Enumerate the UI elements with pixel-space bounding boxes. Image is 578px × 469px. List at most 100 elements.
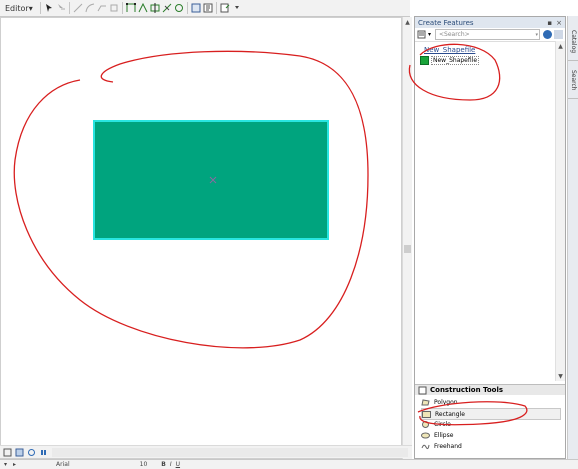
toolbar-separator xyxy=(39,2,41,14)
scroll-down-icon[interactable]: ▼ xyxy=(556,371,565,381)
map-view[interactable] xyxy=(0,17,402,459)
construction-tools-title: Construction Tools xyxy=(430,386,504,394)
straight-segment-icon xyxy=(73,3,83,13)
search-dropdown-icon[interactable]: ▾ xyxy=(535,32,539,38)
draw-menu-button[interactable]: ▾ xyxy=(4,461,7,468)
attributes-table-icon xyxy=(191,3,201,13)
panel-title: Create Features xyxy=(418,18,474,27)
arc-segment-icon xyxy=(85,3,94,13)
toolbar-options-icon xyxy=(234,6,239,9)
map-view-controls xyxy=(0,445,412,458)
catalog-tab[interactable]: Catalog xyxy=(568,24,578,61)
construction-tools-header: Construction Tools xyxy=(415,384,565,395)
centroid-marker-icon xyxy=(209,176,217,184)
editor-toolbar: Editor ▾ xyxy=(0,0,410,17)
panel-vertical-scrollbar[interactable]: ▲ ▼ xyxy=(555,41,565,381)
pin-icon[interactable]: ▪ xyxy=(547,19,552,27)
freehand-tool-icon xyxy=(421,444,430,449)
search-placeholder: <Search> xyxy=(439,31,470,38)
edit-vertices-button[interactable] xyxy=(125,2,136,14)
rectangle-feature[interactable] xyxy=(93,120,329,240)
circle-tool-icon xyxy=(422,420,429,428)
reshape-icon xyxy=(138,3,148,13)
cut-polygons-button[interactable] xyxy=(150,2,160,14)
font-name-field[interactable]: Arial xyxy=(56,461,70,468)
end-point-arc-button[interactable] xyxy=(85,2,95,14)
sketch-properties-icon xyxy=(203,3,213,13)
tool-label: Circle xyxy=(434,420,451,428)
create-features-icon xyxy=(220,3,230,13)
pause-icon[interactable] xyxy=(39,448,48,457)
create-features-panel: Create Features ▪ × ▾ <Search> ▾ New_Sha… xyxy=(414,16,566,459)
rectangle-tool-icon xyxy=(422,410,431,418)
horizontal-scroll-track[interactable] xyxy=(52,447,408,457)
tool-freehand[interactable]: Freehand xyxy=(421,441,462,451)
edit-vertices-icon xyxy=(125,3,136,12)
arrow-pointer-icon xyxy=(45,4,52,12)
map-vertical-scrollbar[interactable]: ▲ ▼ xyxy=(402,17,412,459)
tool-polygon[interactable]: Polygon xyxy=(421,397,458,407)
tool-label: Polygon xyxy=(434,398,458,406)
cut-polygon-icon xyxy=(150,3,160,13)
layout-view-icon[interactable] xyxy=(3,448,12,457)
annotation-pointer-icon xyxy=(57,4,65,10)
point-button[interactable] xyxy=(109,2,119,14)
rotate-button[interactable] xyxy=(174,2,184,14)
template-group-header[interactable]: New_Shapefile xyxy=(415,46,565,54)
trace-icon xyxy=(97,5,106,12)
tool-circle[interactable]: Circle xyxy=(421,419,451,429)
refresh-icon[interactable] xyxy=(27,448,36,457)
dock-side-tabs: Catalog Search xyxy=(567,16,578,459)
construction-tools-icon xyxy=(418,386,427,394)
tool-ellipse[interactable]: Ellipse xyxy=(421,430,453,440)
toolbar-options-button[interactable] xyxy=(232,2,242,14)
search-tab-label: Search xyxy=(570,69,577,91)
toolbar-separator xyxy=(121,2,123,14)
reshape-button[interactable] xyxy=(138,2,148,14)
search-tab[interactable]: Search xyxy=(568,62,578,99)
ellipse-tool-icon xyxy=(421,432,430,438)
search-icon[interactable] xyxy=(543,30,552,39)
attributes-button[interactable] xyxy=(191,2,201,14)
rotate-icon xyxy=(174,4,183,12)
close-icon[interactable]: × xyxy=(556,19,562,27)
edit-annotation-button[interactable] xyxy=(56,2,66,14)
toolbar-separator xyxy=(68,2,70,14)
polygon-tool-icon xyxy=(421,398,430,405)
sketch-properties-button[interactable] xyxy=(203,2,213,14)
point-icon xyxy=(110,4,118,12)
tool-label: Rectangle xyxy=(435,410,465,418)
trace-button[interactable] xyxy=(97,2,107,14)
edit-tool-button[interactable] xyxy=(44,2,54,14)
split-icon xyxy=(162,3,172,13)
data-view-icon[interactable] xyxy=(15,448,24,457)
font-size-field[interactable]: 10 xyxy=(140,461,148,468)
editor-menu-button[interactable]: Editor ▾ xyxy=(1,1,37,15)
template-label: New_Shapefile xyxy=(431,56,480,65)
catalog-tab-label: Catalog xyxy=(570,30,577,54)
organize-dropdown-icon[interactable]: ▾ xyxy=(428,31,431,38)
italic-icon[interactable]: I xyxy=(170,461,172,468)
split-button[interactable] xyxy=(162,2,172,14)
editor-label: Editor xyxy=(5,3,29,13)
toolbar-separator xyxy=(215,2,217,14)
search-row: ▾ <Search> ▾ xyxy=(415,28,565,42)
organize-templates-icon[interactable] xyxy=(417,30,427,39)
scroll-up-icon[interactable]: ▲ xyxy=(556,41,565,51)
select-elements-icon[interactable]: ▸ xyxy=(13,461,16,468)
scroll-up-icon[interactable]: ▲ xyxy=(403,17,412,27)
feature-template-item[interactable]: New_Shapefile xyxy=(415,56,565,65)
chevron-down-icon: ▾ xyxy=(28,3,33,13)
template-properties-icon[interactable] xyxy=(554,30,563,39)
panel-title-bar: Create Features ▪ × xyxy=(415,17,565,28)
create-features-button[interactable] xyxy=(220,2,230,14)
underline-icon[interactable]: U xyxy=(176,461,180,468)
search-input[interactable]: <Search> ▾ xyxy=(435,29,540,40)
scroll-thumb[interactable] xyxy=(404,245,411,253)
template-color-swatch xyxy=(420,56,429,65)
straight-segment-button[interactable] xyxy=(73,2,83,14)
toolbar-separator xyxy=(186,2,188,14)
tool-label: Ellipse xyxy=(434,431,454,439)
bold-icon[interactable]: B xyxy=(161,461,166,468)
tool-label: Freehand xyxy=(434,442,462,450)
